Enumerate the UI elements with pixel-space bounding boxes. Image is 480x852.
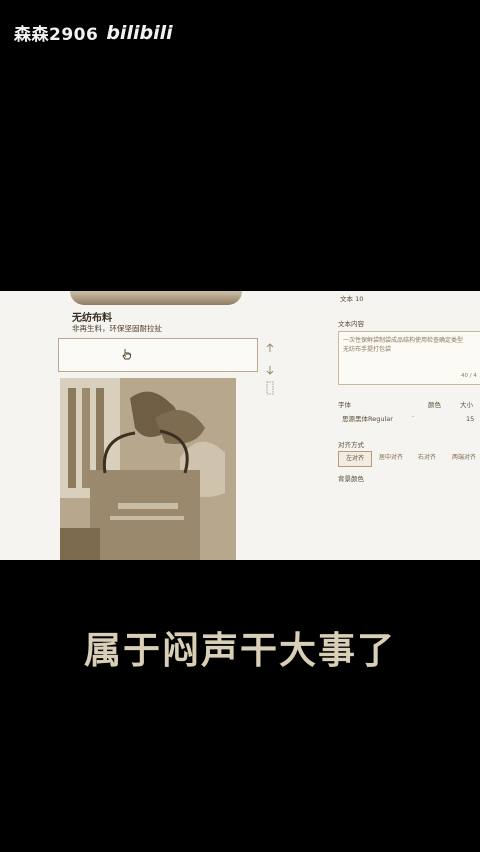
watermark-username: 森森2906 (14, 25, 99, 45)
copy-icon[interactable] (265, 381, 275, 395)
bilibili-logo: bilibili (106, 21, 173, 44)
size-input[interactable]: 15 (466, 415, 474, 423)
move-up-icon[interactable] (265, 343, 275, 353)
product-title: 无纺布料 (72, 313, 112, 324)
toolbar-vertical (263, 343, 277, 413)
align-center-button[interactable]: 居中对齐 (376, 451, 406, 465)
color-picker-icon[interactable]: · (412, 413, 414, 421)
font-select[interactable]: 思源黑体Regular (342, 413, 393, 423)
char-counter: 40 / 4 (461, 373, 477, 379)
content-text-line-1: 一次性保鲜袋制袋成品结构使用检查确定类型 (343, 337, 464, 344)
text-layer-label: 文本 10 (340, 295, 364, 303)
content-text-line-2: 无纺布手提打包袋 (343, 346, 392, 353)
move-down-icon[interactable] (265, 365, 275, 375)
content-textarea[interactable]: 一次性保鲜袋制袋成品结构使用检查确定类型 无纺布手提打包袋 40 / 4 (338, 331, 480, 385)
tote-bag-photo (60, 378, 236, 560)
hand-cursor-icon (122, 349, 131, 360)
align-left-button[interactable]: 左对齐 (338, 451, 372, 467)
align-right-button[interactable]: 右对齐 (412, 451, 442, 465)
align-justify-button[interactable]: 两端对齐 (448, 451, 480, 465)
selected-text-box[interactable] (58, 338, 258, 372)
product-subtitle: 非再生料，环保坚固耐拉扯 (72, 324, 162, 333)
preview-panel: 无纺布料 非再生料，环保坚固耐拉扯 (58, 291, 258, 560)
product-image-top (70, 291, 242, 305)
bg-color-label: 背景颜色 (338, 475, 364, 483)
properties-panel: 文本 10 文本内容 一次性保鲜袋制袋成品结构使用检查确定类型 无纺布手提打包袋… (338, 291, 480, 560)
editor-screenshot: 无纺布料 非再生料，环保坚固耐拉扯 文本 10 文本内容 一次性保鲜袋制袋成品结… (0, 291, 480, 560)
watermark: 森森2906 bilibili (14, 20, 173, 46)
font-label: 字体 (338, 401, 351, 409)
content-label: 文本内容 (338, 320, 364, 328)
align-label: 对齐方式 (338, 441, 364, 449)
color-label: 颜色 (428, 401, 441, 409)
video-caption: 属于闷声干大事了 (84, 629, 396, 672)
size-label: 大小 (460, 401, 473, 409)
